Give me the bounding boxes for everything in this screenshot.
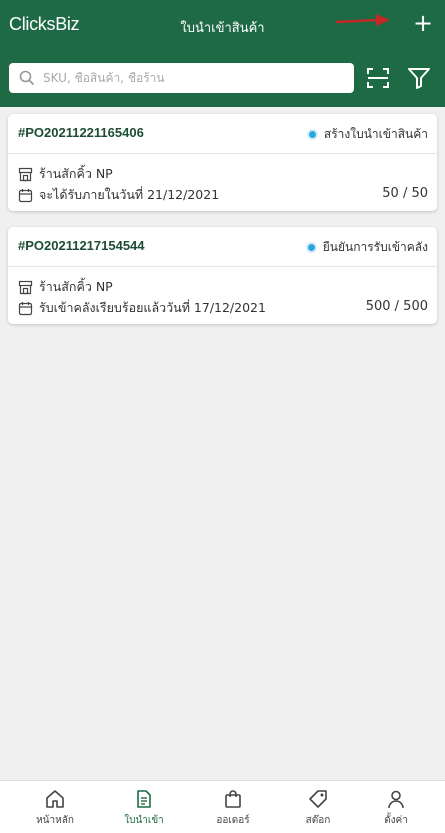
add-po-button[interactable]: + bbox=[413, 10, 433, 36]
search-bar[interactable] bbox=[9, 63, 354, 93]
document-icon bbox=[137, 790, 151, 808]
po-card[interactable]: #PO20211217154544 ยืนยันการรับเข้าคลัง ร… bbox=[8, 227, 437, 324]
bag-icon bbox=[225, 790, 241, 808]
search-input[interactable] bbox=[43, 71, 333, 85]
po-card[interactable]: #PO20211221165406 สร้างใบนำเข้าสินค้า ร้… bbox=[8, 114, 437, 211]
po-card-header: #PO20211217154544 ยืนยันการรับเข้าคลัง bbox=[8, 227, 437, 267]
nav-item-home[interactable]: หน้าหลัก bbox=[15, 789, 95, 828]
nav-label: สต๊อก bbox=[305, 815, 331, 826]
app-header: ClicksBiz ใบนำเข้าสินค้า + bbox=[0, 0, 445, 107]
nav-label: ออเดอร์ bbox=[216, 815, 250, 826]
store-row: ร้านสักคิ้ว NP bbox=[18, 277, 113, 297]
po-number: #PO20211217154544 bbox=[18, 238, 145, 253]
filter-icon[interactable] bbox=[407, 67, 431, 89]
store-row: ร้านสักคิ้ว NP bbox=[18, 164, 113, 184]
nav-item-stock[interactable]: สต๊อก bbox=[278, 789, 358, 828]
store-icon bbox=[18, 167, 33, 181]
home-icon bbox=[46, 790, 64, 808]
date-row: จะได้รับภายในวันที่ 21/12/2021 bbox=[18, 185, 219, 205]
quantity-value: 50 / 50 bbox=[382, 186, 428, 201]
po-card-header: #PO20211221165406 สร้างใบนำเข้าสินค้า bbox=[8, 114, 437, 154]
nav-item-import[interactable]: ใบนำเข้า bbox=[104, 789, 184, 828]
nav-label: ตั้งค่า bbox=[384, 815, 408, 826]
date-text: รับเข้าคลังเรียบร้อยแล้ววันที่ 17/12/202… bbox=[39, 300, 266, 315]
store-name: ร้านสักคิ้ว NP bbox=[39, 166, 113, 181]
calendar-icon bbox=[18, 301, 33, 315]
status-dot-icon bbox=[307, 244, 315, 251]
status-badge: ยืนยันการรับเข้าคลัง bbox=[307, 238, 428, 257]
po-number: #PO20211221165406 bbox=[18, 125, 144, 140]
date-row: รับเข้าคลังเรียบร้อยแล้ววันที่ 17/12/202… bbox=[18, 298, 266, 318]
user-icon bbox=[388, 790, 404, 809]
tag-icon bbox=[309, 790, 327, 808]
search-icon bbox=[19, 70, 35, 86]
scan-icon[interactable] bbox=[366, 67, 390, 89]
calendar-icon bbox=[18, 188, 33, 202]
bottom-nav: หน้าหลัก ใบนำเข้า ออเดอร์ สต๊อก ตั้งค่า bbox=[0, 780, 445, 833]
status-text: สร้างใบนำเข้าสินค้า bbox=[323, 127, 428, 141]
annotation-arrow-icon bbox=[335, 14, 390, 26]
store-name: ร้านสักคิ้ว NP bbox=[39, 279, 113, 294]
status-dot-icon bbox=[308, 131, 316, 138]
quantity-value: 500 / 500 bbox=[365, 299, 428, 314]
nav-item-settings[interactable]: ตั้งค่า bbox=[356, 789, 436, 828]
nav-label: หน้าหลัก bbox=[36, 815, 74, 826]
nav-label: ใบนำเข้า bbox=[124, 815, 164, 826]
status-text: ยืนยันการรับเข้าคลัง bbox=[322, 240, 428, 254]
status-badge: สร้างใบนำเข้าสินค้า bbox=[308, 125, 428, 144]
nav-item-orders[interactable]: ออเดอร์ bbox=[193, 789, 273, 828]
date-text: จะได้รับภายในวันที่ 21/12/2021 bbox=[39, 187, 220, 202]
store-icon bbox=[18, 280, 33, 294]
